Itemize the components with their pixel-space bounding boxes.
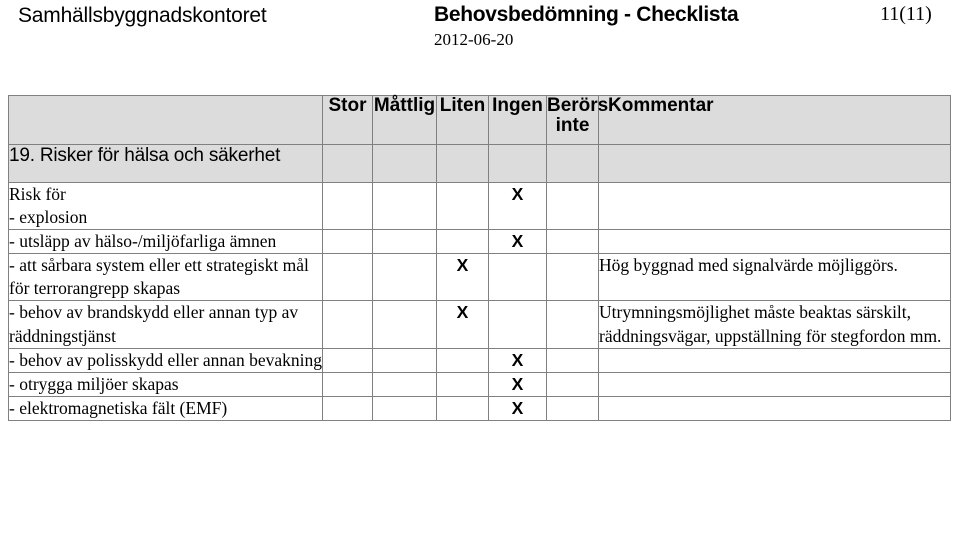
rating-cell-mattlig[interactable] — [372, 229, 437, 255]
checkmark-x: X — [511, 231, 524, 252]
table-header-row: Stor Måttlig Liten Ingen Berörs inte Kom… — [8, 95, 951, 145]
rating-cell-stor[interactable] — [322, 300, 373, 349]
header-berors-line1: Berörs — [547, 95, 609, 116]
rating-cell-stor[interactable] — [322, 181, 373, 231]
page-number: 11(11) — [880, 3, 932, 25]
table-body: 19. Risker för hälsa och säkerhet Risk f… — [8, 144, 951, 421]
header-cell-mattlig: Måttlig — [372, 95, 437, 145]
section-cell-mattlig — [372, 144, 437, 183]
header-cell-blank — [8, 95, 323, 145]
rating-cell-ingen[interactable]: X — [488, 181, 547, 231]
rating-cell-berors[interactable] — [546, 300, 599, 349]
rating-cell-liten[interactable]: X — [436, 253, 489, 302]
section-title: 19. Risker för hälsa och säkerhet — [8, 144, 323, 183]
section-cell-ingen — [488, 144, 547, 183]
table-row: - elektromagnetiska fält (EMF) X — [8, 395, 951, 421]
table-row: - att sårbara system eller ett strategis… — [8, 253, 951, 302]
checklist-table-wrapper: Stor Måttlig Liten Ingen Berörs inte Kom… — [8, 95, 951, 421]
table-row: Risk för - explosion X — [8, 181, 951, 231]
rating-cell-ingen[interactable] — [488, 253, 547, 302]
rating-cell-berors[interactable] — [546, 395, 599, 421]
section-cell-kommentar — [598, 144, 951, 183]
row-label-text: - behov av brandskydd eller annan typ av… — [9, 302, 299, 346]
table-row: - utsläpp av hälso-/miljöfarliga ämnen X — [8, 229, 951, 255]
header-cell-liten: Liten — [436, 95, 489, 145]
rating-cell-liten[interactable] — [436, 181, 489, 231]
row-label-text: - elektromagnetiska fält (EMF) — [9, 397, 228, 418]
comment-cell[interactable] — [598, 395, 951, 421]
row-lead-text: Risk för — [9, 184, 66, 204]
rating-cell-berors[interactable] — [546, 181, 599, 231]
document-title: Behovsbedömning - Checklista — [434, 3, 739, 26]
rating-cell-mattlig[interactable] — [372, 181, 437, 231]
rating-cell-mattlig[interactable] — [372, 347, 437, 373]
checkmark-x: X — [456, 255, 469, 276]
section-row: 19. Risker för hälsa och säkerhet — [8, 144, 951, 183]
section-cell-berors-inte — [546, 144, 599, 183]
row-label-text: - explosion — [9, 207, 88, 228]
comment-cell[interactable]: Utrymningsmöjlighet måste beaktas särski… — [598, 300, 951, 349]
checkmark-x: X — [511, 373, 524, 394]
rating-cell-stor[interactable] — [322, 395, 373, 421]
rating-cell-mattlig[interactable] — [372, 300, 437, 349]
rating-cell-berors[interactable] — [546, 253, 599, 302]
rating-cell-mattlig[interactable] — [372, 371, 437, 397]
rating-cell-berors[interactable] — [546, 229, 599, 255]
document-date: 2012-06-20 — [434, 30, 514, 49]
comment-cell[interactable]: Hög byggnad med signalvärde möjliggörs. — [598, 253, 951, 302]
header-cell-berors-inte: Berörs inte — [546, 95, 608, 145]
rating-cell-ingen[interactable]: X — [488, 229, 547, 255]
table-row: - behov av brandskydd eller annan typ av… — [8, 300, 951, 349]
row-label-text: - behov av polisskydd eller annan bevakn… — [9, 349, 322, 370]
comment-cell[interactable] — [598, 229, 951, 255]
checkmark-x: X — [511, 184, 524, 204]
rating-cell-liten[interactable] — [436, 229, 489, 255]
rating-cell-liten[interactable]: X — [436, 300, 489, 349]
table-row: - behov av polisskydd eller annan bevakn… — [8, 347, 951, 373]
checkmark-x: X — [511, 397, 524, 418]
comment-cell[interactable] — [598, 371, 951, 397]
organization-name: Samhällsbyggnadskontoret — [18, 4, 267, 27]
rating-cell-liten[interactable] — [436, 371, 489, 397]
section-cell-liten — [436, 144, 489, 183]
comment-cell[interactable] — [598, 347, 951, 373]
table-header: Stor Måttlig Liten Ingen Berörs inte Kom… — [8, 95, 951, 145]
rating-cell-berors[interactable] — [546, 347, 599, 373]
table-row: - otrygga miljöer skapas X — [8, 371, 951, 397]
row-label-cell: Risk för - explosion — [8, 181, 323, 231]
rating-cell-berors[interactable] — [546, 371, 599, 397]
row-label-text: - att sårbara system eller ett strategis… — [9, 255, 309, 299]
page-header: Samhällsbyggnadskontoret Behovsbedömning… — [0, 0, 960, 95]
comment-cell[interactable] — [598, 181, 951, 231]
rating-cell-stor[interactable] — [322, 229, 373, 255]
row-label-cell: - elektromagnetiska fält (EMF) — [8, 395, 323, 421]
header-cell-kommentar: Kommentar — [598, 95, 951, 145]
row-label-text: - otrygga miljöer skapas — [9, 373, 179, 394]
row-label-cell: - utsläpp av hälso-/miljöfarliga ämnen — [8, 229, 323, 255]
checkmark-x: X — [456, 302, 469, 323]
section-cell-stor — [322, 144, 373, 183]
row-label-cell: - att sårbara system eller ett strategis… — [8, 253, 323, 302]
rating-cell-liten[interactable] — [436, 395, 489, 421]
rating-cell-ingen[interactable]: X — [488, 395, 547, 421]
rating-cell-stor[interactable] — [322, 371, 373, 397]
rating-cell-liten[interactable] — [436, 347, 489, 373]
rating-cell-stor[interactable] — [322, 253, 373, 302]
rating-cell-ingen[interactable]: X — [488, 371, 547, 397]
header-berors-line2: inte — [555, 114, 590, 136]
row-label-cell: - otrygga miljöer skapas — [8, 371, 323, 397]
rating-cell-mattlig[interactable] — [372, 253, 437, 302]
rating-cell-mattlig[interactable] — [372, 395, 437, 421]
rating-cell-ingen[interactable]: X — [488, 347, 547, 373]
header-cell-ingen: Ingen — [488, 95, 547, 145]
rating-cell-ingen[interactable] — [488, 300, 547, 349]
header-cell-stor: Stor — [322, 95, 373, 145]
row-label-cell: - behov av polisskydd eller annan bevakn… — [8, 347, 323, 373]
row-label-cell: - behov av brandskydd eller annan typ av… — [8, 300, 323, 349]
rating-cell-stor[interactable] — [322, 347, 373, 373]
checkmark-x: X — [511, 349, 524, 370]
checklist-table: Stor Måttlig Liten Ingen Berörs inte Kom… — [8, 95, 951, 421]
row-label-text: - utsläpp av hälso-/miljöfarliga ämnen — [9, 231, 277, 252]
